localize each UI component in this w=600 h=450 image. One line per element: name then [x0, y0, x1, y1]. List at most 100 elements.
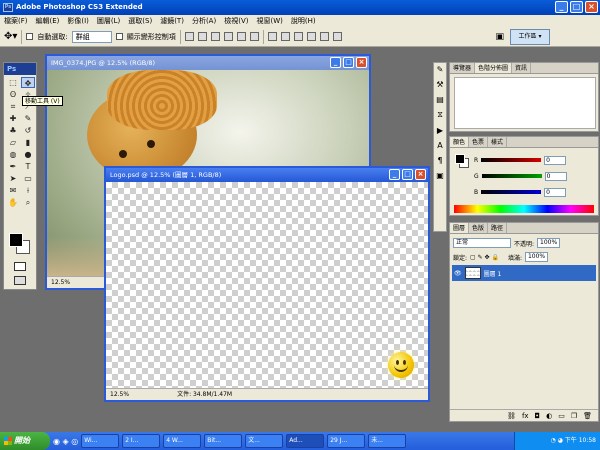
fill-input[interactable]: 100% — [524, 252, 549, 262]
taskbar-item[interactable]: 29 J... — [327, 434, 366, 448]
history-icon[interactable]: ⧖ — [437, 110, 443, 120]
green-value-input[interactable]: 0 — [544, 171, 567, 181]
auto-select-checkbox[interactable] — [26, 33, 34, 40]
layer-row[interactable]: 👁 圖層 1 — [452, 265, 596, 281]
distribute-top-icon[interactable] — [267, 32, 277, 41]
menu-filter[interactable]: 濾鏡(T) — [160, 16, 184, 26]
minimize-button[interactable]: _ — [330, 57, 341, 68]
tab-histogram[interactable]: 色階分佈圖 — [475, 63, 513, 73]
new-layer-icon[interactable]: ❐ — [571, 412, 577, 420]
document-title-bar[interactable]: IMG_0374.JPG @ 12.5% (RGB/8) _ □ × — [47, 56, 369, 70]
document-window-logo[interactable]: Logo.psd @ 12.5% (圖層 1, RGB/8) _ □ × 12.… — [104, 166, 430, 402]
link-layers-icon[interactable]: ⛓ — [507, 412, 516, 420]
path-selection-tool-icon[interactable]: ➤ — [6, 173, 20, 184]
lock-icons[interactable]: ▢ ✎ ✥ 🔒 — [470, 254, 499, 261]
maximize-button[interactable]: □ — [343, 57, 354, 68]
blue-value-input[interactable]: 0 — [544, 187, 567, 197]
notes-tool-icon[interactable]: ✉ — [6, 185, 20, 196]
clone-stamp-tool-icon[interactable]: ♣ — [6, 125, 20, 136]
align-hcenter-icon[interactable] — [236, 32, 246, 41]
paragraph-panel-icon[interactable]: ¶ — [437, 156, 442, 165]
history-brush-tool-icon[interactable]: ↺ — [21, 125, 35, 136]
align-vcenter-icon[interactable] — [197, 32, 207, 41]
character-panel-icon[interactable]: A — [437, 141, 442, 150]
brush-tool-icon[interactable]: ✎ — [21, 113, 35, 124]
zoom-level[interactable]: 12.5% — [51, 277, 70, 288]
distribute-left-icon[interactable] — [306, 32, 316, 41]
tab-navigator[interactable]: 導覽器 — [450, 63, 476, 73]
tab-styles[interactable]: 樣式 — [488, 137, 508, 147]
type-tool-icon[interactable]: T — [21, 161, 35, 172]
layer-style-icon[interactable]: fx — [522, 412, 529, 420]
taskbar-item[interactable]: Wi... — [81, 434, 120, 448]
minimize-button[interactable]: _ — [555, 1, 568, 13]
menu-edit[interactable]: 編輯(E) — [36, 16, 60, 26]
tool-presets-icon[interactable]: ⚒ — [436, 80, 443, 89]
taskbar-item[interactable]: 文... — [245, 434, 284, 448]
brushes-panel-icon[interactable]: ✎ — [437, 65, 444, 74]
eyedropper-tool-icon[interactable]: ⟊ — [21, 185, 35, 196]
maximize-button[interactable]: □ — [402, 169, 413, 180]
slider-green[interactable]: G 0 — [474, 171, 567, 181]
pen-tool-icon[interactable]: ✒ — [6, 161, 20, 172]
eye-icon[interactable]: 👁 — [454, 270, 462, 277]
distribute-right-icon[interactable] — [332, 32, 342, 41]
start-button[interactable]: 開始 — [0, 432, 50, 450]
layer-comps-icon[interactable]: ▤ — [436, 95, 444, 104]
align-bottom-icon[interactable] — [210, 32, 220, 41]
move-tool-preset-icon[interactable]: ✥▾ — [4, 31, 17, 42]
transparent-canvas[interactable] — [106, 182, 428, 388]
distribute-vcenter-icon[interactable] — [280, 32, 290, 41]
menu-select[interactable]: 選取(S) — [128, 16, 152, 26]
shape-tool-icon[interactable]: ▭ — [21, 173, 35, 184]
taskbar-item[interactable]: 2 I... — [122, 434, 161, 448]
move-tool-icon[interactable]: ✥ — [21, 77, 35, 88]
menu-image[interactable]: 影像(I) — [67, 16, 89, 26]
menu-view[interactable]: 檢視(V) — [224, 16, 248, 26]
bridge-icon[interactable]: ▣ — [495, 32, 504, 42]
workspace-button[interactable]: 工作區 ▾ — [510, 29, 550, 45]
adjustment-layer-icon[interactable]: ◐ — [546, 412, 552, 420]
quick-mask-icon[interactable] — [14, 262, 26, 271]
hand-tool-icon[interactable]: ✋ — [6, 197, 20, 208]
quick-launch-icons[interactable]: ◉ ◈ ◎ — [53, 437, 78, 446]
close-button[interactable]: × — [415, 169, 426, 180]
gradient-tool-icon[interactable]: ▮ — [21, 137, 35, 148]
menu-window[interactable]: 視窗(W) — [256, 16, 282, 26]
layer-mask-icon[interactable]: ◘ — [535, 412, 541, 420]
blue-slider-track[interactable] — [481, 190, 542, 194]
menu-layer[interactable]: 圖層(L) — [97, 16, 120, 26]
taskbar-item-photoshop[interactable]: Ad... — [286, 434, 325, 448]
lasso-tool-icon[interactable]: ʘ — [6, 89, 20, 100]
auto-select-dropdown[interactable]: 群組 — [71, 30, 112, 43]
trash-icon[interactable]: 🗑 — [583, 412, 592, 420]
screen-mode-icon[interactable] — [14, 276, 26, 285]
blur-tool-icon[interactable]: ◍ — [6, 149, 20, 160]
crop-tool-icon[interactable]: ⌗ — [6, 101, 20, 112]
close-button[interactable]: × — [356, 57, 367, 68]
tab-swatches[interactable]: 色票 — [469, 137, 489, 147]
close-button[interactable]: × — [585, 1, 598, 13]
menu-help[interactable]: 說明(H) — [291, 16, 316, 26]
minimize-button[interactable]: _ — [389, 169, 400, 180]
tab-paths[interactable]: 路徑 — [488, 223, 508, 233]
tab-info[interactable]: 資訊 — [512, 63, 532, 73]
document-title-bar[interactable]: Logo.psd @ 12.5% (圖層 1, RGB/8) _ □ × — [106, 168, 428, 182]
new-group-icon[interactable]: ▭ — [558, 412, 565, 420]
foreground-color-swatch[interactable] — [9, 233, 23, 247]
show-transform-checkbox[interactable] — [115, 33, 123, 40]
dodge-tool-icon[interactable]: ● — [21, 149, 35, 160]
align-left-icon[interactable] — [223, 32, 233, 41]
color-spectrum-bar[interactable] — [454, 205, 594, 213]
slider-red[interactable]: R 0 — [474, 155, 567, 165]
distribute-hcenter-icon[interactable] — [319, 32, 329, 41]
slider-blue[interactable]: B 0 — [474, 187, 567, 197]
maximize-button[interactable]: □ — [570, 1, 583, 13]
menu-file[interactable]: 檔案(F) — [4, 16, 28, 26]
marquee-tool-icon[interactable]: ⬚ — [6, 77, 20, 88]
red-slider-track[interactable] — [481, 158, 542, 162]
tab-channels[interactable]: 色版 — [469, 223, 489, 233]
align-top-icon[interactable] — [184, 32, 194, 41]
opacity-input[interactable]: 100% — [537, 238, 561, 248]
menu-analysis[interactable]: 分析(A) — [192, 16, 216, 26]
